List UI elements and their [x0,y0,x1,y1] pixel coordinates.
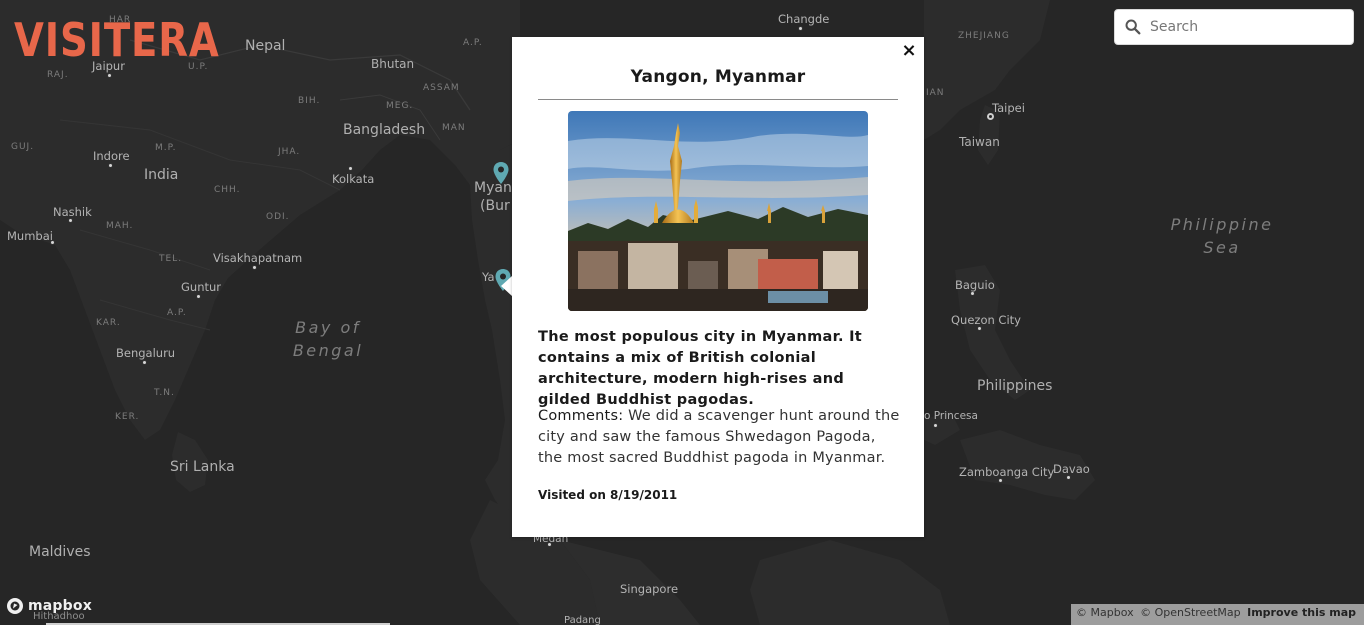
state-label: T.N. [154,388,175,398]
country-label: Sri Lanka [170,459,235,475]
map-attribution: © Mapbox © OpenStreetMap Improve this ma… [1071,604,1364,625]
state-label: IAN [926,88,945,98]
city-label: Mumbai [7,229,53,243]
country-label: Maldives [29,544,91,560]
state-label: TEL. [159,254,183,264]
state-label: GUJ. [11,142,35,152]
state-label: CHH. [214,185,241,195]
search-input[interactable] [1150,19,1340,35]
city-label: Changde [778,12,830,26]
city-dot [798,26,803,31]
mapbox-logo-text: mapbox [28,598,92,614]
close-button[interactable]: × [901,41,917,61]
popup-title: Yangon, Myanmar [630,67,806,87]
location-photo [568,111,868,311]
search-box[interactable] [1114,9,1354,45]
state-label: ZHEJIANG [958,31,1010,41]
city-dot [252,265,257,270]
city-label: Visakhapatnam [213,251,303,265]
sea-label: Bay of Bengal [292,318,364,360]
state-label: ASSAM [423,83,460,93]
state-label: RAJ. [47,70,69,80]
mapbox-logo[interactable]: mapbox [6,597,92,615]
state-label: ODI. [266,212,290,222]
country-label: Bangladesh [343,122,426,138]
divider [538,99,898,100]
city-label: Guntur [181,280,222,294]
city-label: Zamboanga City [959,465,1055,479]
city-label: Nashik [53,205,92,219]
app-logo[interactable]: VISITERA [14,14,220,66]
city-dot [348,166,353,171]
popup-tip [501,276,512,296]
country-label: Taiwan [959,135,1000,149]
country-label: Bhutan [371,57,415,71]
state-label: A.P. [463,38,483,48]
popup-comments: Comments: We did a scavenger hunt around… [538,406,900,469]
city-label: Bengaluru [116,346,176,360]
city-label: Ya [482,270,495,284]
city-dot [108,163,113,168]
country-label: (Bur [480,198,510,214]
sea-label: Philippine Sea [1170,215,1274,257]
city-label: Kolkata [332,172,375,186]
state-label: M.P. [155,143,177,153]
city-label: Indore [93,149,130,163]
visited-date: Visited on 8/19/2011 [538,488,678,502]
state-label: BIH. [298,96,321,106]
mapbox-attribution-link[interactable]: © Mapbox [1076,606,1134,619]
state-label: MAH. [106,221,134,231]
city-dot [142,360,147,365]
city-dot [107,73,112,78]
state-label: MEG. [386,101,414,111]
city-label: Singapore [620,582,679,596]
city-label: Davao [1053,462,1090,476]
city-label: Padang [564,615,601,625]
location-marker[interactable] [492,161,510,185]
improve-map-link[interactable]: Improve this map [1247,606,1356,619]
city-label: o Princesa [924,410,978,422]
mapbox-icon [7,598,23,614]
city-label: Taipei [992,101,1025,115]
country-label: India [144,167,179,183]
city-dot [933,423,938,428]
osm-attribution-link[interactable]: © OpenStreetMap [1140,606,1241,619]
city-label: Quezon City [951,313,1021,327]
search-icon [1125,19,1141,35]
city-dot [196,294,201,299]
popup-description: The most populous city in Myanmar. It co… [538,329,863,408]
comments-label: Comments: [538,408,624,424]
state-label: KAR. [96,318,121,328]
city-label: Baguio [955,278,995,292]
state-label: MAN [442,123,466,133]
state-label: JHA. [278,147,301,157]
country-label: Philippines [977,378,1053,394]
country-label: Nepal [245,38,286,54]
location-popup: × Yangon, Myanmar The most populous city… [512,37,924,537]
state-label: KER. [115,412,140,422]
state-label: A.P. [167,308,187,318]
